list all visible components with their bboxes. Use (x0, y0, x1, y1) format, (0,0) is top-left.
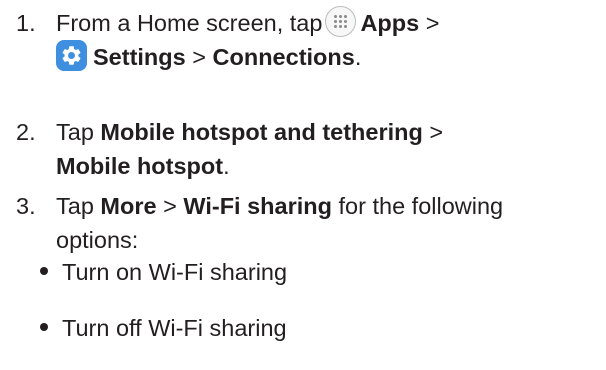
step-body: Tap More > Wi-Fi sharing for the followi… (56, 189, 606, 257)
instruction-steps: 1. From a Home screen, tap Apps > Setting… (0, 0, 606, 370)
step-line: From a Home screen, tap Apps > (56, 6, 606, 40)
separator: > (156, 193, 184, 219)
step-text: Tap (56, 119, 101, 145)
mobile-hotspot-tethering-label: Mobile hotspot and tethering (100, 119, 423, 145)
step-line: options: (56, 223, 606, 257)
step-body: From a Home screen, tap Apps > Settings >… (56, 6, 606, 74)
step-text: Tap (56, 193, 101, 219)
bullet-dot-icon (40, 323, 48, 331)
step-body: Tap Mobile hotspot and tethering > Mobil… (56, 115, 606, 183)
step-text: options: (56, 227, 139, 253)
step-text: From a Home screen, tap (56, 10, 323, 36)
step-end: . (354, 44, 362, 70)
step-number: 1. (16, 10, 36, 36)
step-end: . (223, 153, 230, 179)
connections-label: Connections (212, 44, 355, 70)
step-line: Tap More > Wi-Fi sharing for the followi… (56, 189, 606, 223)
more-label: More (100, 193, 157, 219)
mobile-hotspot-label: Mobile hotspot (56, 153, 224, 179)
step-number: 2. (16, 119, 36, 145)
bullet-text: Turn on Wi-Fi sharing (62, 259, 288, 285)
step-line: Mobile hotspot. (56, 149, 606, 183)
settings-label: Settings (93, 44, 186, 70)
step-line: Tap Mobile hotspot and tethering > (56, 115, 606, 149)
separator: > (419, 10, 440, 36)
apps-grid-icon (325, 6, 357, 37)
bullet-text: Turn off Wi-Fi sharing (62, 315, 287, 341)
step-line: Settings > Connections. (56, 40, 606, 74)
bullet-dot-icon (40, 267, 48, 275)
apps-label: Apps (360, 10, 420, 36)
wifi-sharing-label: Wi-Fi sharing (183, 193, 332, 219)
separator: > (422, 119, 444, 145)
step-text: for the following (332, 193, 504, 219)
step-number: 3. (16, 193, 36, 219)
settings-gear-icon (56, 40, 87, 71)
separator: > (185, 44, 213, 70)
